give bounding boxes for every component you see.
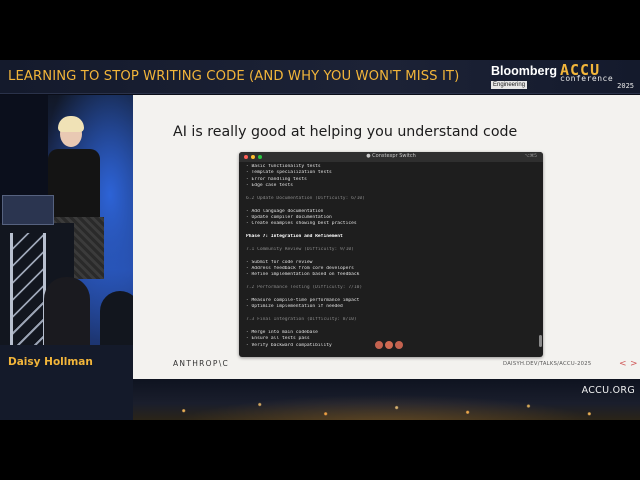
podium-laptop xyxy=(2,195,54,225)
terminal-scrollbar[interactable] xyxy=(539,335,542,347)
presentation-slide: AI is really good at helping you underst… xyxy=(133,95,640,379)
terminal-title: ● Constexpr Switch xyxy=(366,153,416,159)
stage-truss xyxy=(10,233,46,345)
slide-title: AI is really good at helping you underst… xyxy=(173,124,518,140)
terminal-window: ● Constexpr Switch ⌥⌘5 - Basic functiona… xyxy=(239,152,543,357)
audience-member xyxy=(100,291,133,345)
terminal-shortcut: ⌥⌘5 xyxy=(524,153,537,159)
accu-logo-conference: conference xyxy=(560,74,614,83)
bloomberg-engineering-tag: Engineering xyxy=(491,81,528,89)
control-button-icon[interactable] xyxy=(395,341,403,349)
speaker-body xyxy=(48,149,100,219)
city-lights xyxy=(133,389,640,420)
terminal-titlebar: ● Constexpr Switch ⌥⌘5 xyxy=(239,152,543,162)
terminal-output: - Basic functionality tests - Template sp… xyxy=(246,164,536,349)
speaker-name-bar: Daisy Hollman xyxy=(0,345,133,420)
slide-prev-icon[interactable]: < xyxy=(619,359,627,369)
accu-org-link[interactable]: ACCU.ORG xyxy=(582,385,635,396)
accu-conference-logo: ACCU conference 2025 xyxy=(560,61,636,91)
audience-member xyxy=(44,277,90,345)
slide-next-icon[interactable]: > xyxy=(630,359,638,369)
bloomberg-logo: Bloomberg xyxy=(491,64,557,78)
accu-logo-year: 2025 xyxy=(617,82,634,90)
city-night-footer: ACCU.ORG xyxy=(133,379,640,420)
slide-url: DAISYH.DEV/TALKS/ACCU-2025 xyxy=(503,361,592,367)
anthropic-logo: ANTHROP\C xyxy=(173,359,230,368)
talk-title: LEARNING TO STOP WRITING CODE (AND WHY Y… xyxy=(8,69,460,84)
speaker-camera-feed xyxy=(0,95,133,345)
conference-banner: LEARNING TO STOP WRITING CODE (AND WHY Y… xyxy=(0,60,640,94)
control-button-icon[interactable] xyxy=(385,341,393,349)
control-button-icon[interactable] xyxy=(375,341,383,349)
speaker-hair xyxy=(58,116,84,132)
video-frame: LEARNING TO STOP WRITING CODE (AND WHY Y… xyxy=(0,60,640,420)
speaker-name: Daisy Hollman xyxy=(8,356,93,368)
